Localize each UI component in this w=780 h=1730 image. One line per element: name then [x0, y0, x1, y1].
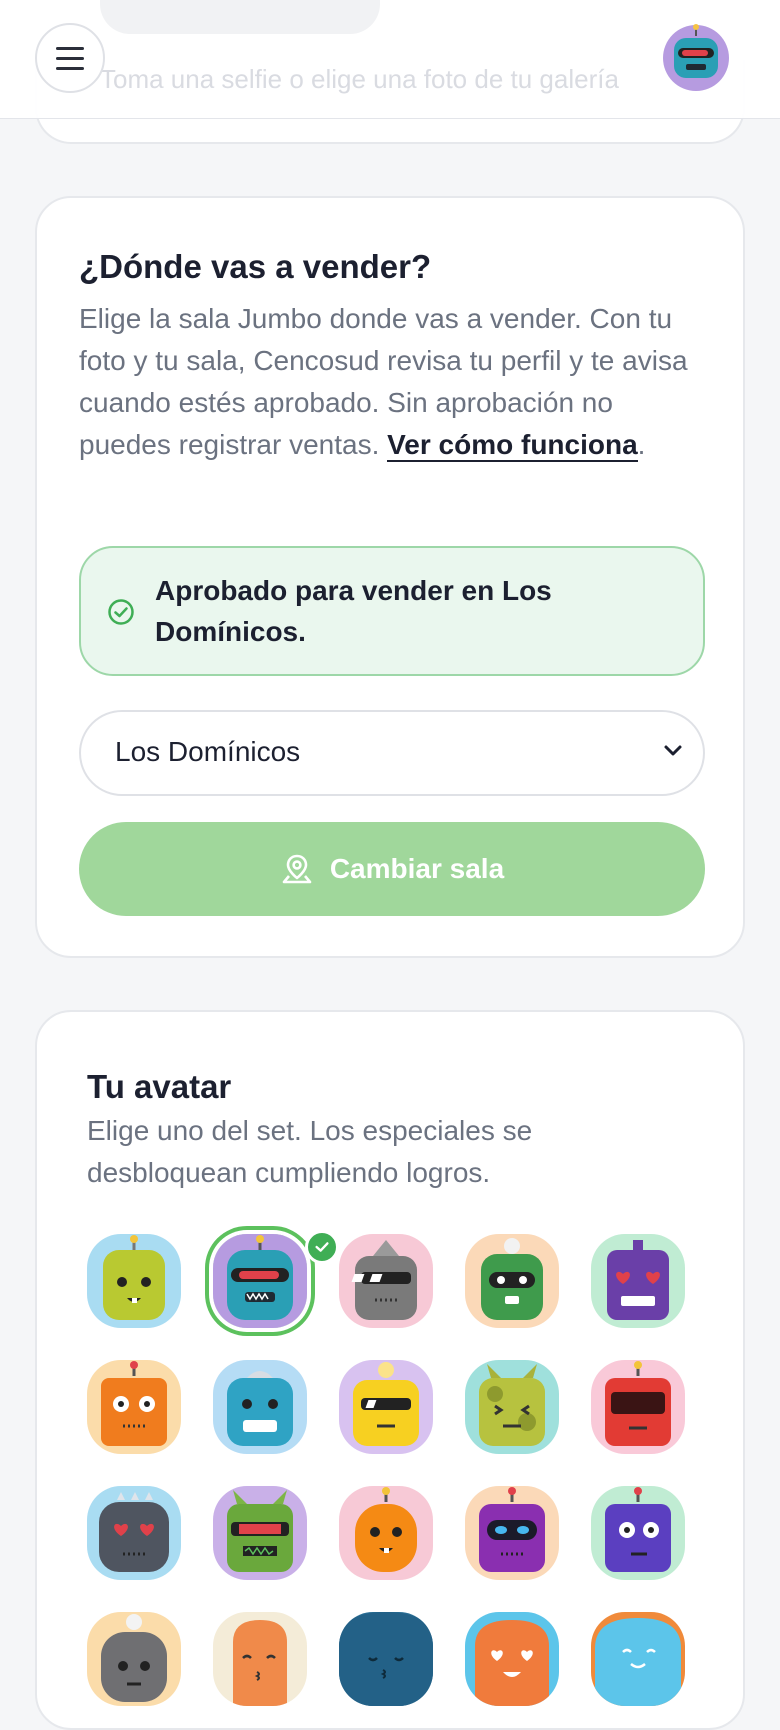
selected-check-icon [305, 1230, 339, 1264]
change-sala-label: Cambiar sala [329, 853, 505, 884]
hamburger-icon-line [56, 66, 84, 70]
robot-avatar-icon [663, 24, 729, 91]
avatar-option-17[interactable] [213, 1612, 307, 1706]
top-header: Toma una selfie o elige una foto de tu g… [0, 0, 780, 119]
avatar-description: Elige uno del set. Los especiales se des… [87, 1115, 533, 1188]
avatar-option-19[interactable] [465, 1612, 559, 1706]
camo-robot-icon [465, 1360, 559, 1454]
change-sala-button[interactable]: Cambiar sala [79, 822, 705, 916]
location-pin-icon [282, 854, 312, 884]
check-circle-icon [108, 599, 134, 625]
avatar-option-11[interactable] [87, 1486, 181, 1580]
orange-robot-icon [87, 1360, 181, 1454]
red-robot-icon [591, 1360, 685, 1454]
green-horned-robot-icon [213, 1486, 307, 1580]
sala-card: ¿Dónde vas a vender? Elige la sala Jumbo… [35, 196, 745, 958]
avatar-option-3[interactable] [339, 1234, 433, 1328]
teal-blob-icon [339, 1612, 433, 1706]
scrolled-text-remnant: Toma una selfie o elige una foto de tu g… [100, 64, 619, 94]
dark-robot-hearts-icon [87, 1486, 181, 1580]
purple-robot-hearts-icon [591, 1234, 685, 1328]
avatar-option-12[interactable] [213, 1486, 307, 1580]
avatar-card: Tu avatar Elige uno del set. Los especia… [35, 1010, 745, 1730]
cyan-robot-icon [213, 1360, 307, 1454]
how-it-works-link[interactable]: Ver cómo funciona [387, 429, 638, 462]
avatar-option-10[interactable] [591, 1360, 685, 1454]
approved-banner: Aprobado para vender en Los Domínicos. [79, 546, 705, 676]
approved-message: Aprobado para vender en Los Domínicos. [155, 575, 552, 647]
avatar-option-18[interactable] [339, 1612, 433, 1706]
sky-blob-icon [591, 1612, 685, 1706]
scrolled-content-remnant [100, 0, 380, 34]
silver-robot-icon [87, 1612, 181, 1706]
hamburger-icon-line [56, 56, 84, 60]
avatar-option-9[interactable] [465, 1360, 559, 1454]
avatar-option-20[interactable] [591, 1612, 685, 1706]
avatar-option-15[interactable] [591, 1486, 685, 1580]
avatar-option-6[interactable] [87, 1360, 181, 1454]
orange-blob-icon [213, 1612, 307, 1706]
sala-select-value: Los Domínicos [115, 736, 301, 767]
avatar-option-5[interactable] [591, 1234, 685, 1328]
avatar-option-4[interactable] [465, 1234, 559, 1328]
blue-robot-visor-icon [213, 1234, 307, 1328]
sala-title: ¿Dónde vas a vender? [79, 248, 432, 285]
yellow-robot-shades-icon [339, 1360, 433, 1454]
sala-description: Elige la sala Jumbo donde vas a vender. … [79, 303, 688, 462]
avatar-option-2-selected[interactable] [213, 1234, 307, 1328]
avatar-option-1[interactable] [87, 1234, 181, 1328]
avatar-option-13[interactable] [339, 1486, 433, 1580]
green-robot-icon [465, 1234, 559, 1328]
gray-robot-icon [339, 1234, 433, 1328]
avatar-option-7[interactable] [213, 1360, 307, 1454]
orange-round-robot-icon [339, 1486, 433, 1580]
avatar-title: Tu avatar [87, 1068, 232, 1105]
sala-select[interactable]: Los Domínicos [79, 710, 705, 796]
purple-visor-robot-icon [465, 1486, 559, 1580]
avatar-option-14[interactable] [465, 1486, 559, 1580]
orange-blob-hearts-icon [465, 1612, 559, 1706]
hamburger-icon-line [56, 46, 84, 50]
profile-avatar[interactable] [662, 24, 730, 92]
indigo-robot-icon [591, 1486, 685, 1580]
chevron-down-icon [664, 745, 682, 756]
avatar-option-16[interactable] [87, 1612, 181, 1706]
yellow-robot-icon [87, 1234, 181, 1328]
avatar-option-8[interactable] [339, 1360, 433, 1454]
menu-button[interactable] [35, 23, 105, 93]
